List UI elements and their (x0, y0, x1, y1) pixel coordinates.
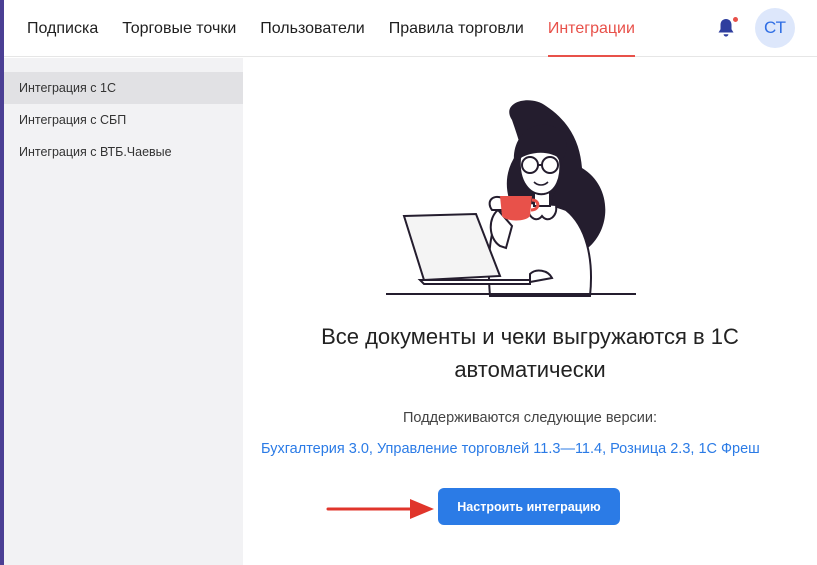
user-avatar[interactable]: СТ (755, 8, 795, 48)
sidebar-item-sbp[interactable]: Интеграция с СБП (4, 104, 243, 136)
notifications-button[interactable] (714, 16, 739, 40)
tab-users[interactable]: Пользователи (248, 0, 376, 57)
tab-integrations[interactable]: Интеграции (536, 0, 647, 57)
integrations-sidebar: Интеграция с 1С Интеграция с СБП Интегра… (4, 58, 243, 565)
sidebar-item-vtb-tips[interactable]: Интеграция с ВТБ.Чаевые (4, 136, 243, 168)
tab-outlets[interactable]: Торговые точки (110, 0, 248, 57)
supported-versions-label: Поддерживаются следующие версии: (402, 410, 658, 426)
tab-trade-rules[interactable]: Правила торговли (377, 0, 536, 57)
tab-subscription[interactable]: Подписка (4, 0, 110, 57)
woman-with-coffee-illustration (386, 100, 636, 297)
main-nav-tabs: Подписка Торговые точки Пользователи Пра… (4, 0, 647, 57)
supported-versions-link[interactable]: Бухгалтерия 3.0, Управление торговлей 11… (261, 441, 817, 457)
integration-1c-panel: Все документы и чеки выгружаются в 1С ав… (243, 58, 817, 565)
notification-badge (732, 16, 739, 23)
top-navigation-bar: Подписка Торговые точки Пользователи Пра… (4, 0, 817, 57)
sidebar-item-1c[interactable]: Интеграция с 1С (4, 72, 243, 104)
headline-line-1: Все документы и чеки выгружаются в 1С (321, 324, 739, 349)
headline-line-2: автоматически (454, 357, 606, 382)
integration-headline: Все документы и чеки выгружаются в 1С ав… (243, 320, 817, 386)
setup-integration-button[interactable]: Настроить интеграцию (438, 488, 620, 525)
red-arrow-annotation (326, 499, 434, 519)
